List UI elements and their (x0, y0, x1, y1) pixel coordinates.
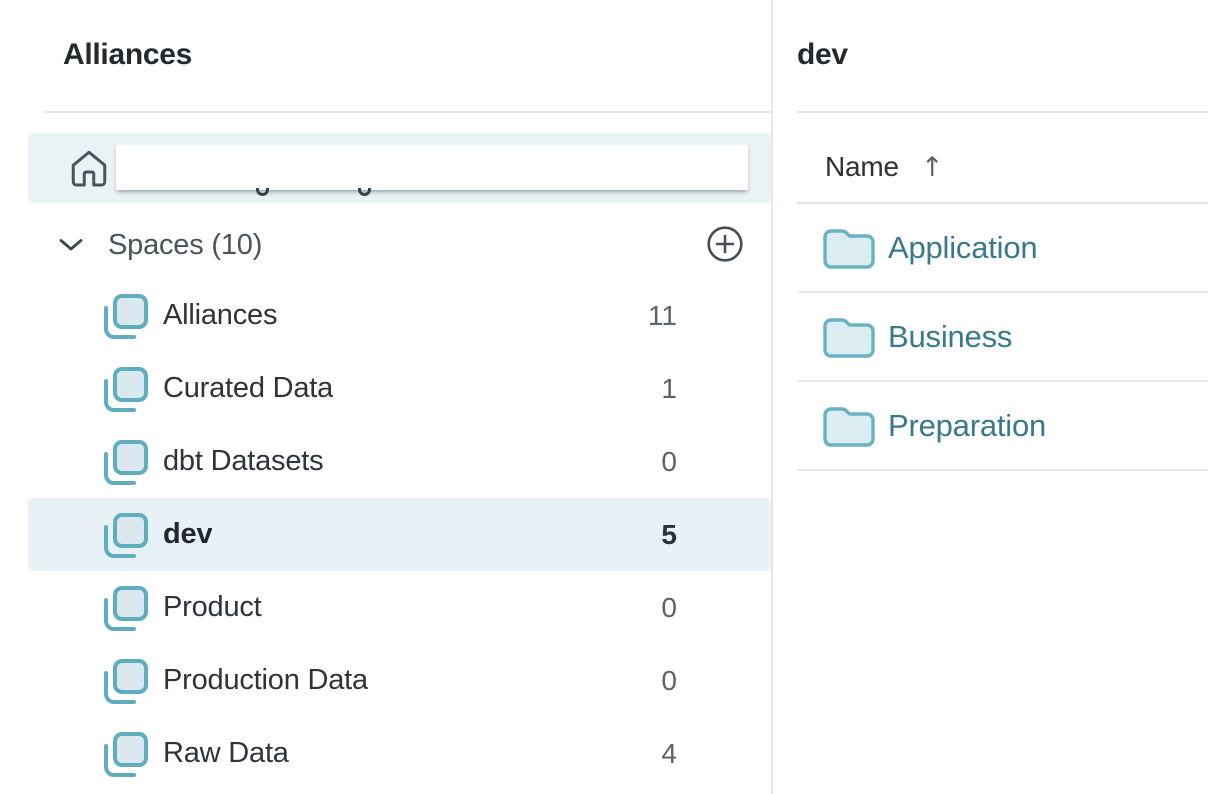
home-row[interactable] (28, 133, 771, 203)
space-list-item[interactable]: Product 0 (28, 571, 771, 644)
redacted-home-label (116, 145, 748, 190)
space-dataset-count: 5 (661, 519, 677, 551)
sidebar-title: Alliances (63, 38, 192, 72)
space-list-item[interactable]: Raw Data 4 (28, 717, 771, 790)
space-dataset-count: 4 (661, 738, 677, 770)
redacted-text-descender (256, 188, 269, 196)
main-panel-title: dev (797, 38, 848, 72)
space-icon (103, 657, 149, 705)
main-panel: dev Name ↑ Application (773, 0, 1208, 794)
plus-circle-icon (706, 251, 744, 266)
folder-link[interactable]: Application (888, 230, 1037, 266)
space-list-item[interactable]: Production Data 0 (28, 644, 771, 717)
space-label: dbt Datasets (163, 445, 323, 478)
space-list-item[interactable]: Curated Data 1 (28, 352, 771, 425)
sort-ascending-icon: ↑ (921, 152, 944, 183)
spaces-section-row: Spaces (10) (28, 225, 771, 265)
table-row[interactable]: Application (797, 204, 1208, 293)
chevron-down-icon[interactable] (58, 237, 84, 253)
folder-link[interactable]: Preparation (888, 408, 1046, 444)
space-label: Product (163, 591, 262, 624)
space-icon (103, 292, 149, 340)
space-dataset-count: 0 (661, 446, 677, 478)
space-list-item[interactable]: dev 5 (28, 498, 771, 571)
folder-icon (823, 316, 875, 358)
spaces-list: Alliances 11 Curated Data 1 (28, 279, 771, 790)
space-list-item[interactable]: dbt Datasets 0 (28, 425, 771, 498)
table-row[interactable]: Preparation (797, 382, 1208, 471)
space-icon (103, 584, 149, 632)
space-label: Curated Data (163, 372, 333, 405)
space-icon (103, 511, 149, 559)
space-dataset-count: 1 (661, 373, 677, 405)
name-column-header[interactable]: Name ↑ (797, 133, 1208, 201)
folder-link[interactable]: Business (888, 319, 1012, 355)
space-list-item[interactable]: Alliances 11 (28, 279, 771, 352)
space-label: Alliances (163, 299, 277, 332)
space-dataset-count: 11 (648, 300, 677, 332)
folder-icon (823, 227, 875, 269)
sidebar-title-divider (44, 111, 771, 113)
space-label: Raw Data (163, 737, 289, 770)
table-row[interactable]: Business (797, 293, 1208, 382)
space-label: Production Data (163, 664, 368, 697)
spaces-section-label[interactable]: Spaces (10) (108, 225, 262, 265)
folder-icon (823, 405, 875, 447)
space-dataset-count: 0 (661, 592, 677, 624)
folder-list: Application Business Preparation (797, 204, 1208, 471)
space-icon (103, 438, 149, 486)
home-icon (68, 146, 110, 190)
space-dataset-count: 0 (661, 665, 677, 697)
sidebar: Alliances Spaces (10) (0, 0, 771, 794)
space-icon (103, 730, 149, 778)
main-title-divider (797, 111, 1208, 113)
add-space-button[interactable] (706, 225, 744, 263)
name-header-label: Name (825, 151, 899, 183)
space-icon (103, 365, 149, 413)
space-label: dev (163, 518, 212, 551)
redacted-text-descender (358, 188, 371, 196)
